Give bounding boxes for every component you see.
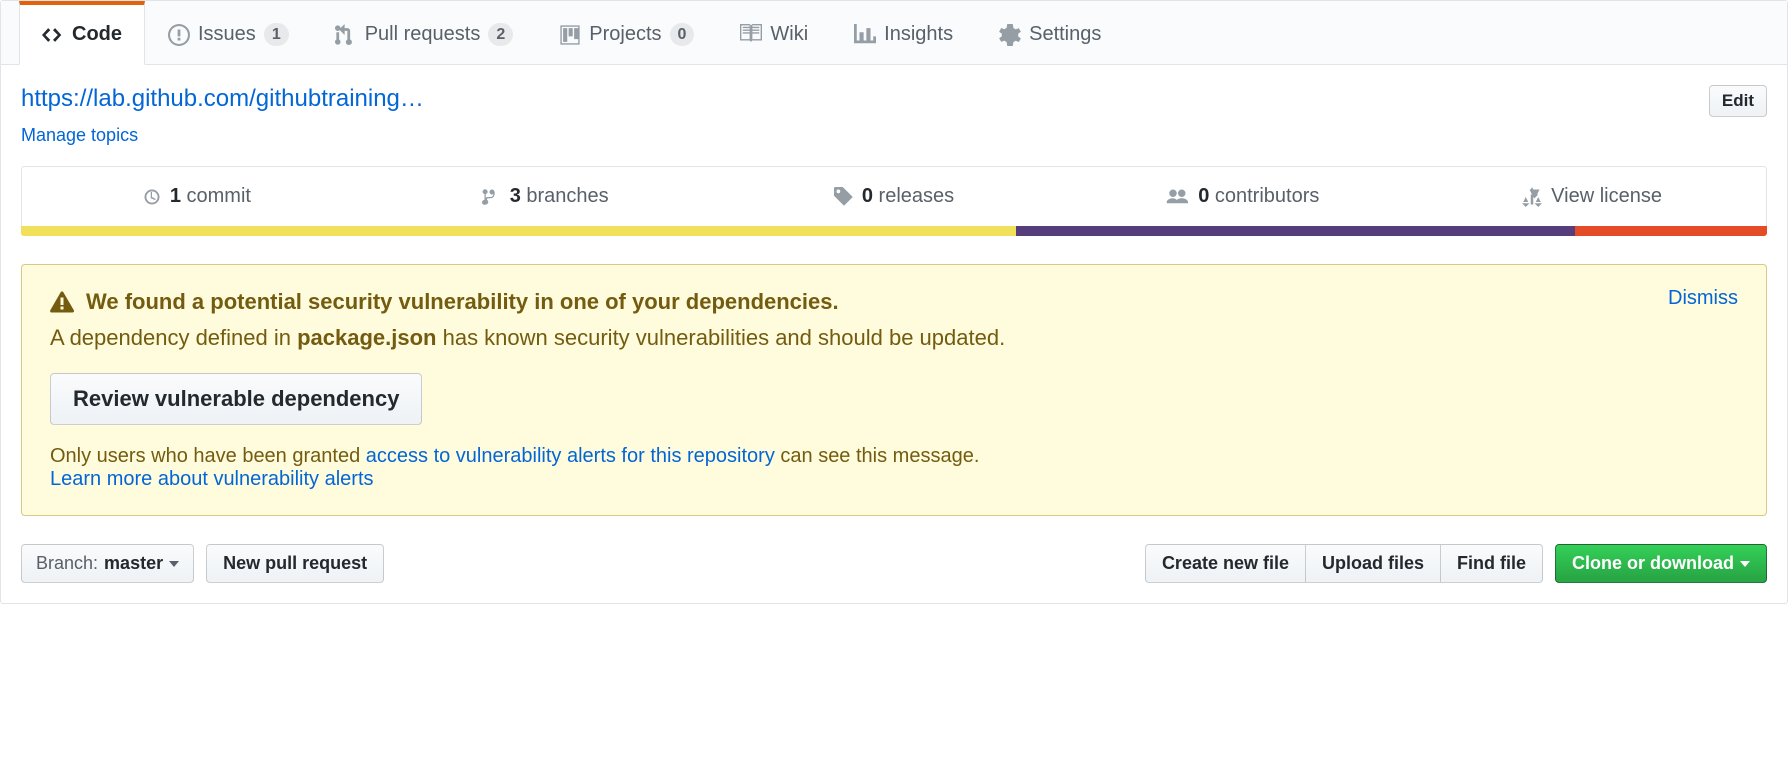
create-file-button[interactable]: Create new file <box>1145 544 1306 583</box>
git-pull-request-icon <box>335 24 357 46</box>
project-icon <box>559 24 581 46</box>
issues-count: 1 <box>264 23 289 46</box>
lang-segment <box>1016 226 1575 236</box>
file-toolbar: Branch: master New pull request Create n… <box>21 544 1767 583</box>
review-dependency-button[interactable]: Review vulnerable dependency <box>50 373 422 425</box>
commits-label: commit <box>187 185 251 207</box>
repo-url-link[interactable]: https://lab.github.com/githubtraining… <box>21 85 424 113</box>
alert-footer: Only users who have been granted access … <box>50 445 1738 491</box>
branch-label: Branch: <box>36 553 98 574</box>
tag-icon <box>834 187 854 207</box>
tab-pull-requests[interactable]: Pull requests 2 <box>312 1 537 65</box>
tab-settings[interactable]: Settings <box>976 1 1124 65</box>
learn-more-link[interactable]: Learn more about vulnerability alerts <box>50 468 374 490</box>
branches-label: branches <box>526 185 608 207</box>
upload-files-button[interactable]: Upload files <box>1305 544 1441 583</box>
alert-file: package.json <box>297 325 436 350</box>
lang-segment <box>21 226 1016 236</box>
projects-count: 0 <box>670 23 695 46</box>
tab-label: Issues <box>198 23 256 46</box>
tab-label: Wiki <box>770 23 808 46</box>
summary-releases[interactable]: 0 releases <box>720 167 1069 226</box>
tab-issues[interactable]: Issues 1 <box>145 1 312 65</box>
tab-insights[interactable]: Insights <box>831 1 976 65</box>
summary-commits[interactable]: 1 commit <box>22 167 371 226</box>
vulnerability-alert: Dismiss We found a potential security vu… <box>21 264 1767 516</box>
dismiss-link[interactable]: Dismiss <box>1668 287 1738 310</box>
tab-wiki[interactable]: Wiki <box>717 1 831 65</box>
caret-down-icon <box>169 561 179 567</box>
license-label: View license <box>1551 185 1662 208</box>
alert-description: A dependency defined in package.json has… <box>50 325 1738 351</box>
branch-name: master <box>104 553 163 574</box>
code-icon <box>42 24 64 46</box>
branches-count: 3 <box>510 185 521 207</box>
summary-contributors[interactable]: 0 contributors <box>1068 167 1417 226</box>
find-file-button[interactable]: Find file <box>1440 544 1543 583</box>
contributors-count: 0 <box>1198 185 1209 207</box>
repo-container: Code Issues 1 Pull requests 2 Projects 0… <box>0 0 1788 604</box>
book-icon <box>740 24 762 46</box>
releases-count: 0 <box>862 185 873 207</box>
git-branch-icon <box>482 187 502 207</box>
clone-download-button[interactable]: Clone or download <box>1555 544 1767 583</box>
file-actions-group: Create new file Upload files Find file <box>1145 544 1543 583</box>
language-bar[interactable] <box>21 226 1767 236</box>
vulnerability-access-link[interactable]: access to vulnerability alerts for this … <box>366 445 775 467</box>
tab-label: Projects <box>589 23 661 46</box>
graph-icon <box>854 24 876 46</box>
tab-projects[interactable]: Projects 0 <box>536 1 717 65</box>
pulls-count: 2 <box>488 23 513 46</box>
repo-tabnav: Code Issues 1 Pull requests 2 Projects 0… <box>1 1 1787 65</box>
caret-down-icon <box>1740 561 1750 567</box>
history-icon <box>142 187 162 207</box>
new-pull-request-button[interactable]: New pull request <box>206 544 384 583</box>
people-icon <box>1166 187 1190 207</box>
repo-content: https://lab.github.com/githubtraining… E… <box>1 65 1787 603</box>
tab-label: Insights <box>884 23 953 46</box>
edit-button[interactable]: Edit <box>1709 85 1767 117</box>
lang-segment <box>1575 226 1767 236</box>
alert-title: We found a potential security vulnerabil… <box>86 289 839 315</box>
tab-label: Settings <box>1029 23 1101 46</box>
branch-select-button[interactable]: Branch: master <box>21 544 194 583</box>
gear-icon <box>999 24 1021 46</box>
summary-license[interactable]: View license <box>1417 167 1766 226</box>
releases-label: releases <box>879 185 955 207</box>
commits-count: 1 <box>170 185 181 207</box>
alert-icon <box>50 290 74 314</box>
tab-label: Pull requests <box>365 23 481 46</box>
manage-topics-link[interactable]: Manage topics <box>21 125 138 146</box>
description-row: https://lab.github.com/githubtraining… E… <box>21 85 1767 117</box>
contributors-label: contributors <box>1215 185 1320 207</box>
repo-summary: 1 commit 3 branches 0 releases 0 contrib… <box>21 166 1767 226</box>
summary-branches[interactable]: 3 branches <box>371 167 720 226</box>
tab-label: Code <box>72 23 122 46</box>
law-icon <box>1521 187 1543 207</box>
issue-icon <box>168 24 190 46</box>
tab-code[interactable]: Code <box>19 1 145 65</box>
